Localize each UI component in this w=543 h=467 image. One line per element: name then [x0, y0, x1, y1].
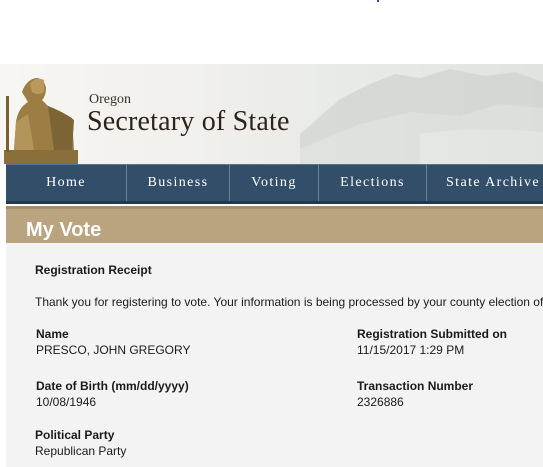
header-banner: Oregon Secretary of State	[0, 64, 543, 164]
brand-secretary-of-state-text: Secretary of State	[87, 106, 290, 137]
nav-item-business[interactable]: Business	[127, 165, 230, 201]
statue-logo-icon	[4, 78, 78, 164]
top-blank-area	[0, 0, 543, 64]
transaction-number-value: 2326886	[357, 395, 404, 409]
dob-label: Date of Birth (mm/dd/yyyy)	[36, 379, 189, 393]
stray-dot	[377, 0, 379, 2]
dob-value: 10/08/1946	[36, 395, 97, 409]
nav-item-home[interactable]: Home	[6, 165, 127, 201]
name-label: Name	[36, 327, 69, 341]
nav-item-elections[interactable]: Elections	[319, 165, 427, 201]
submitted-label: Registration Submitted on	[357, 327, 507, 341]
page-title: My Vote	[26, 219, 102, 241]
transaction-number-label: Transaction Number	[357, 379, 474, 393]
nav-item-voting[interactable]: Voting	[230, 165, 319, 201]
receipt-panel: Registration Receipt Thank you for regis…	[6, 243, 543, 467]
political-party-value: Republican Party	[35, 444, 127, 458]
political-party-label: Political Party	[35, 428, 115, 442]
main-nav: Home Business Voting Elections State Arc…	[6, 164, 543, 204]
name-value: PRESCO, JOHN GREGORY	[36, 343, 191, 357]
receipt-message: Thank you for registering to vote. Your …	[35, 295, 543, 309]
receipt-heading: Registration Receipt	[35, 263, 152, 277]
page-title-bar: My Vote	[6, 206, 543, 243]
submitted-value: 11/15/2017 1:29 PM	[357, 343, 465, 357]
nav-item-state-archives[interactable]: State Archive	[427, 165, 543, 201]
mountain-landscape	[300, 69, 543, 164]
